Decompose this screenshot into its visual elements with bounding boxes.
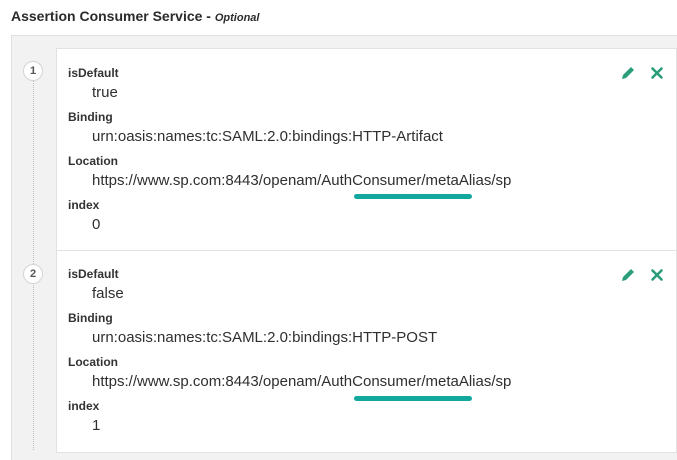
section-title-text: Assertion Consumer Service bbox=[11, 8, 203, 24]
field-label-index: index bbox=[68, 198, 100, 212]
entry-actions bbox=[620, 267, 664, 283]
field-label-isdefault: isDefault bbox=[68, 267, 119, 281]
field-label-isdefault: isDefault bbox=[68, 66, 119, 80]
field-label-location: Location bbox=[68, 154, 118, 168]
field-value-isdefault: true bbox=[92, 84, 118, 101]
authconsumer-highlight bbox=[354, 194, 472, 199]
optional-label: Optional bbox=[214, 12, 260, 24]
field-value-isdefault: false bbox=[92, 285, 124, 302]
authconsumer-highlight bbox=[354, 396, 472, 401]
entry-card: isDefault false Binding urn:oasis:names:… bbox=[56, 250, 677, 453]
field-value-index: 0 bbox=[92, 216, 101, 233]
pencil-icon[interactable] bbox=[620, 65, 636, 81]
timeline-line bbox=[33, 70, 34, 450]
field-value-location: https://www.sp.com:8443/openam/AuthConsu… bbox=[92, 172, 512, 189]
field-value-location: https://www.sp.com:8443/openam/AuthConsu… bbox=[92, 373, 512, 390]
field-value-binding: urn:oasis:names:tc:SAML:2.0:bindings:HTT… bbox=[92, 329, 438, 346]
entry-number-badge: 2 bbox=[23, 264, 43, 284]
field-label-binding: Binding bbox=[68, 110, 113, 124]
section-title-separator: - bbox=[202, 8, 215, 24]
entry-actions bbox=[620, 65, 664, 81]
field-value-binding: urn:oasis:names:tc:SAML:2.0:bindings:HTT… bbox=[92, 128, 443, 145]
pencil-icon[interactable] bbox=[620, 267, 636, 283]
close-icon[interactable] bbox=[650, 268, 664, 282]
field-label-index: index bbox=[68, 399, 100, 413]
field-label-location: Location bbox=[68, 355, 118, 369]
section-title: Assertion Consumer Service - Optional bbox=[11, 8, 259, 24]
close-icon[interactable] bbox=[650, 66, 664, 80]
field-value-index: 1 bbox=[92, 417, 101, 434]
entry-card: isDefault true Binding urn:oasis:names:t… bbox=[56, 48, 677, 251]
entry-number-badge: 1 bbox=[23, 61, 43, 81]
field-label-binding: Binding bbox=[68, 311, 113, 325]
